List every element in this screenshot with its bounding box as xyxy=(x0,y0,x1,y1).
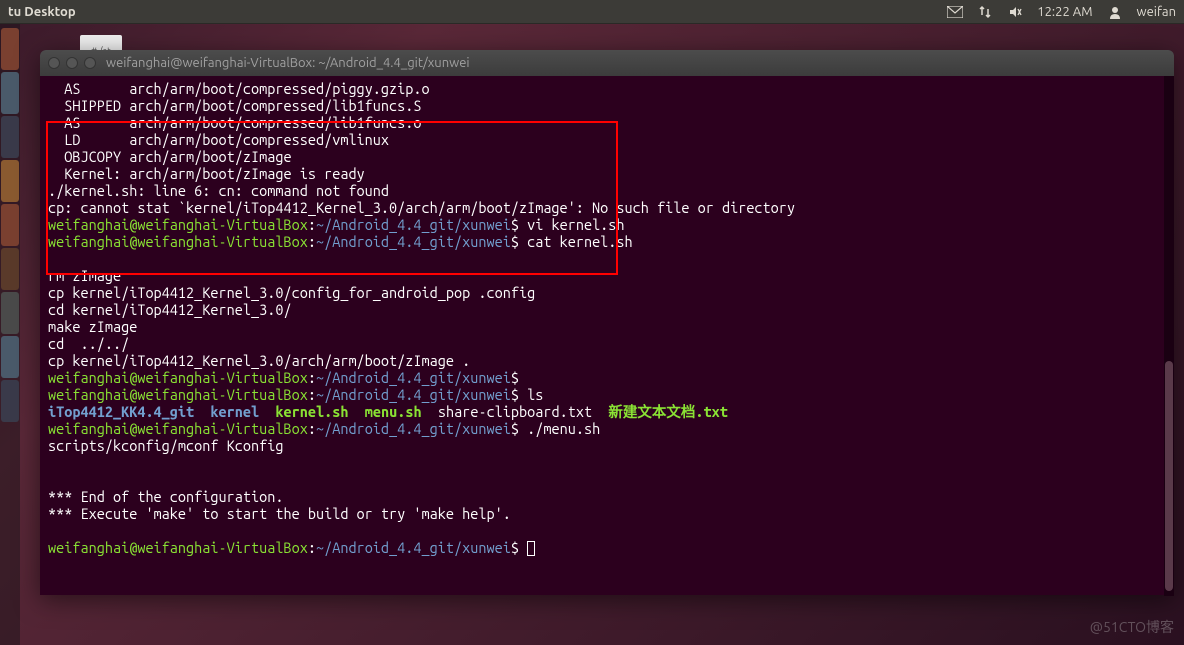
user-icon[interactable] xyxy=(1107,4,1123,20)
scrollbar-thumb[interactable] xyxy=(1165,361,1173,591)
launcher-item[interactable] xyxy=(1,160,19,202)
terminal-window: weifanghai@weifanghai-VirtualBox: ~/Andr… xyxy=(40,50,1174,595)
launcher-item[interactable] xyxy=(1,336,19,378)
close-icon[interactable] xyxy=(48,57,60,69)
launcher-item[interactable] xyxy=(1,72,19,114)
maximize-icon[interactable] xyxy=(84,57,96,69)
username-label[interactable]: weifan xyxy=(1137,5,1176,19)
launcher-item[interactable] xyxy=(1,292,19,334)
launcher-item[interactable] xyxy=(1,28,19,70)
launcher-item[interactable] xyxy=(1,380,19,422)
scrollbar-track[interactable] xyxy=(1164,76,1174,596)
clock[interactable]: 12:22 AM xyxy=(1037,5,1092,19)
volume-icon[interactable] xyxy=(1007,4,1023,20)
top-menu-bar: tu Desktop 12:22 AM weifan xyxy=(0,0,1184,24)
window-titlebar[interactable]: weifanghai@weifanghai-VirtualBox: ~/Andr… xyxy=(40,50,1174,76)
launcher-item[interactable] xyxy=(1,116,19,158)
terminal-content[interactable]: AS arch/arm/boot/compressed/piggy.gzip.o… xyxy=(40,76,1174,595)
unity-launcher xyxy=(0,24,20,645)
launcher-item[interactable] xyxy=(1,204,19,246)
mail-icon[interactable] xyxy=(947,4,963,20)
window-title: weifanghai@weifanghai-VirtualBox: ~/Andr… xyxy=(106,56,470,70)
minimize-icon[interactable] xyxy=(66,57,78,69)
watermark: @51CTO博客 xyxy=(1090,617,1174,637)
launcher-item[interactable] xyxy=(1,248,19,290)
app-menu-label[interactable]: tu Desktop xyxy=(8,5,76,19)
network-icon[interactable] xyxy=(977,4,993,20)
